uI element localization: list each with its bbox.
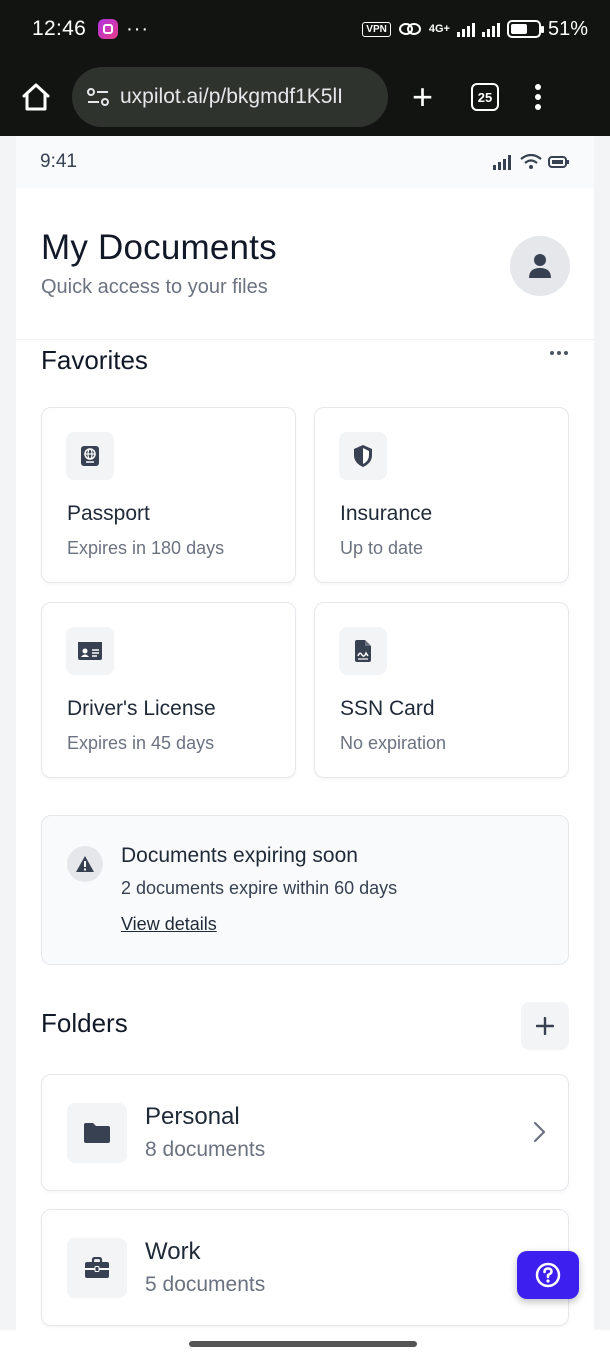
favorite-subtitle: Expires in 45 days <box>67 733 215 753</box>
url-text: uxpilot.ai/p/bkgmdf1K5lI <box>120 85 343 108</box>
signal-strength-icon <box>456 21 475 37</box>
folder-icon <box>67 1103 127 1163</box>
favorite-subtitle: Up to date <box>340 538 424 558</box>
system-time: 12:46 <box>32 17 87 40</box>
favorites-more-icon[interactable] <box>550 349 570 357</box>
wifi-icon <box>520 154 542 169</box>
folder-count: 5 documents <box>145 1273 266 1296</box>
more-notifications-icon: ··· <box>126 18 150 40</box>
home-icon[interactable] <box>18 79 54 115</box>
folders-heading: Folders <box>41 1008 128 1038</box>
id-card-icon <box>66 627 114 675</box>
page-header: My Documents Quick access to your files <box>16 188 594 340</box>
plus-icon <box>536 1017 554 1035</box>
briefcase-icon <box>67 1238 127 1298</box>
favorite-title: Passport <box>67 502 150 525</box>
link-icon <box>398 23 421 35</box>
file-signature-icon <box>339 627 387 675</box>
folder-name: Work <box>145 1238 201 1265</box>
network-type: 4G+ <box>428 23 450 35</box>
system-status-bar: 12:46 ··· VPN 4G+ 51% <box>0 0 610 58</box>
favorite-card-passport[interactable]: Passport Expires in 180 days <box>41 407 296 583</box>
mock-status-time: 9:41 <box>40 151 77 172</box>
favorite-card-drivers-license[interactable]: Driver's License Expires in 45 days <box>41 602 296 778</box>
new-tab-icon[interactable]: + <box>412 79 433 115</box>
help-icon <box>535 1262 561 1288</box>
folder-item-work[interactable]: Work 5 documents <box>41 1209 569 1326</box>
favorite-card-insurance[interactable]: Insurance Up to date <box>314 407 569 583</box>
favorite-title: Insurance <box>340 502 433 525</box>
web-page: 9:41 My Documents Quick access to your f… <box>16 136 594 1330</box>
folder-name: Personal <box>145 1103 240 1130</box>
instagram-notification-icon <box>98 19 119 39</box>
gesture-nav-handle[interactable] <box>189 1341 417 1347</box>
warning-icon <box>67 846 103 882</box>
favorites-heading: Favorites <box>41 345 148 375</box>
folder-count: 8 documents <box>145 1138 266 1161</box>
page-subtitle: Quick access to your files <box>41 276 268 298</box>
help-button[interactable] <box>517 1251 579 1299</box>
signal-strength-secondary-icon <box>481 21 500 37</box>
mock-battery-icon <box>548 156 569 168</box>
view-details-link[interactable]: View details <box>121 914 217 935</box>
cellular-icon <box>493 155 511 170</box>
expiring-alert: Documents expiring soon 2 documents expi… <box>41 815 569 965</box>
address-bar[interactable]: uxpilot.ai/p/bkgmdf1K5lI <box>72 67 388 127</box>
mock-status-bar: 9:41 <box>16 136 594 188</box>
user-avatar[interactable] <box>510 236 570 296</box>
add-folder-button[interactable] <box>521 1002 569 1050</box>
user-icon <box>529 254 551 278</box>
browser-menu-icon[interactable] <box>535 84 542 110</box>
chevron-right-icon <box>533 1121 546 1143</box>
battery-percentage: 51% <box>547 17 588 40</box>
favorite-subtitle: No expiration <box>340 733 447 753</box>
tab-switcher-button[interactable]: 25 <box>471 83 500 111</box>
battery-icon <box>506 20 544 38</box>
alert-title: Documents expiring soon <box>121 844 358 867</box>
favorite-card-ssn[interactable]: SSN Card No expiration <box>314 602 569 778</box>
page-title: My Documents <box>41 228 277 267</box>
folder-item-personal[interactable]: Personal 8 documents <box>41 1074 569 1191</box>
browser-toolbar: uxpilot.ai/p/bkgmdf1K5lI + 25 <box>0 58 610 136</box>
site-settings-icon[interactable] <box>86 86 110 108</box>
favorite-title: SSN Card <box>340 697 435 720</box>
shield-icon <box>339 432 387 480</box>
alert-message: 2 documents expire within 60 days <box>121 878 398 898</box>
vpn-icon: VPN <box>362 21 391 37</box>
passport-icon <box>66 432 114 480</box>
favorite-subtitle: Expires in 180 days <box>67 538 225 558</box>
favorite-title: Driver's License <box>67 697 216 720</box>
